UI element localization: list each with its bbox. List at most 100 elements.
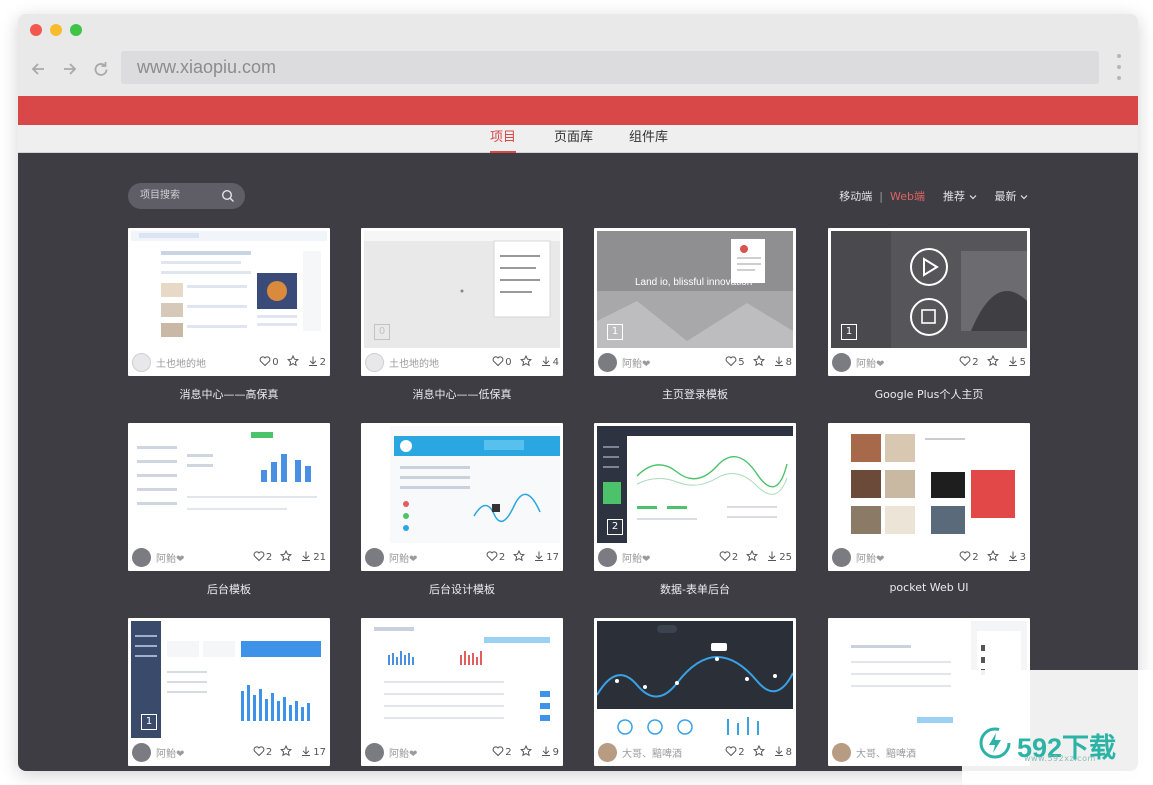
like-button[interactable]: 0 [492, 355, 512, 370]
avatar[interactable] [832, 743, 851, 762]
favorite-button[interactable] [513, 549, 526, 565]
avatar[interactable] [132, 743, 151, 762]
project-card[interactable]: 0 土也地的地 0 4 [361, 228, 563, 376]
avatar[interactable] [598, 548, 617, 567]
like-button[interactable]: 2 [492, 745, 512, 760]
avatar[interactable] [365, 353, 384, 372]
author-name[interactable]: 阿鲐❤ [389, 550, 486, 565]
project-thumbnail[interactable] [364, 426, 560, 543]
project-title[interactable]: 后台模板 [128, 581, 330, 597]
download-button[interactable]: 25 [766, 550, 792, 565]
author-name[interactable]: 阿鲐❤ [389, 745, 492, 760]
project-title[interactable]: 消息中心——高保真 [128, 386, 330, 402]
favorite-button[interactable] [519, 354, 532, 370]
project-card[interactable]: 阿鲐❤ 2 9 [361, 618, 563, 766]
avatar[interactable] [365, 743, 384, 762]
download-button[interactable]: 4 [540, 355, 559, 370]
author-name[interactable]: 阿鲐❤ [856, 550, 959, 565]
author-name[interactable]: 阿鲐❤ [856, 355, 959, 370]
download-button[interactable]: 17 [300, 745, 326, 760]
sort-recommend-dropdown[interactable]: 推荐 [943, 188, 977, 204]
project-card[interactable]: 阿鲐❤ 2 3 [828, 423, 1030, 571]
project-card[interactable]: 大哥、黯啤酒 2 8 [594, 618, 796, 766]
close-window-button[interactable] [30, 24, 42, 36]
favorite-button[interactable] [752, 354, 765, 370]
project-thumbnail[interactable] [831, 426, 1027, 543]
project-thumbnail[interactable]: 1 [831, 231, 1027, 348]
like-button[interactable]: 5 [725, 355, 745, 370]
forward-arrow-icon[interactable] [56, 56, 82, 82]
back-arrow-icon[interactable] [26, 56, 52, 82]
like-button[interactable]: 2 [959, 550, 979, 565]
avatar[interactable] [832, 548, 851, 567]
minimize-window-button[interactable] [50, 24, 62, 36]
favorite-button[interactable] [746, 549, 759, 565]
author-name[interactable]: 阿鲐❤ [622, 355, 725, 370]
reload-icon[interactable] [88, 56, 114, 82]
project-card[interactable]: Land io, blissful innovation 1 阿鲐❤ 5 8 [594, 228, 796, 376]
project-title[interactable]: 后台设计模板 [361, 581, 563, 597]
author-name[interactable]: 阿鲐❤ [156, 550, 253, 565]
author-name[interactable]: 阿鲐❤ [156, 745, 253, 760]
search-icon[interactable] [221, 189, 235, 203]
favorite-button[interactable] [986, 549, 999, 565]
browser-menu-icon[interactable] [1114, 54, 1124, 80]
address-bar[interactable]: www.xiaopiu.com [121, 51, 1099, 84]
project-card[interactable]: 1 阿鲐❤ 2 5 [828, 228, 1030, 376]
like-button[interactable]: 2 [253, 745, 272, 760]
project-title[interactable]: pocket Web UI [828, 581, 1030, 594]
download-button[interactable]: 17 [533, 550, 559, 565]
download-button[interactable]: 3 [1007, 550, 1026, 565]
project-thumbnail[interactable] [131, 426, 327, 543]
author-name[interactable]: 大哥、黯啤酒 [622, 745, 725, 760]
download-button[interactable]: 8 [773, 745, 792, 760]
project-thumbnail[interactable] [131, 231, 327, 348]
filter-web[interactable]: Web端 [890, 188, 925, 204]
project-title[interactable]: 主页登录模板 [594, 386, 796, 402]
project-card[interactable]: 1 阿鲐❤ 2 17 [128, 618, 330, 766]
avatar[interactable] [132, 548, 151, 567]
like-button[interactable]: 2 [719, 550, 738, 565]
favorite-button[interactable] [280, 744, 293, 760]
project-title[interactable]: 数据-表单后台 [594, 581, 796, 597]
tab-component-library[interactable]: 组件库 [629, 125, 668, 153]
search-input[interactable]: 项目搜索 [128, 183, 245, 209]
author-name[interactable]: 土也地的地 [156, 355, 259, 370]
project-card[interactable]: 2 阿鲐❤ 2 25 [594, 423, 796, 571]
download-button[interactable]: 9 [540, 745, 559, 760]
project-thumbnail[interactable] [597, 621, 793, 738]
project-card[interactable]: 阿鲐❤ 2 17 [361, 423, 563, 571]
project-thumbnail[interactable]: 0 [364, 231, 560, 348]
project-card[interactable]: 土也地的地 0 2 [128, 228, 330, 376]
tab-page-library[interactable]: 页面库 [554, 125, 593, 153]
filter-mobile[interactable]: 移动端 [839, 188, 872, 204]
author-name[interactable]: 阿鲐❤ [622, 550, 719, 565]
favorite-button[interactable] [286, 354, 299, 370]
project-thumbnail[interactable]: Land io, blissful innovation 1 [597, 231, 793, 348]
like-button[interactable]: 2 [725, 745, 745, 760]
like-button[interactable]: 2 [253, 550, 272, 565]
avatar[interactable] [598, 353, 617, 372]
download-button[interactable]: 2 [307, 355, 326, 370]
favorite-button[interactable] [519, 744, 532, 760]
project-thumbnail[interactable] [364, 621, 560, 738]
download-button[interactable]: 5 [1007, 355, 1026, 370]
avatar[interactable] [132, 353, 151, 372]
like-button[interactable]: 2 [959, 355, 979, 370]
avatar[interactable] [832, 353, 851, 372]
project-title[interactable]: Google Plus个人主页 [828, 386, 1030, 402]
download-button[interactable]: 21 [300, 550, 326, 565]
avatar[interactable] [598, 743, 617, 762]
avatar[interactable] [365, 548, 384, 567]
project-thumbnail[interactable]: 1 [131, 621, 327, 738]
sort-newest-dropdown[interactable]: 最新 [995, 188, 1029, 204]
maximize-window-button[interactable] [70, 24, 82, 36]
like-button[interactable]: 0 [259, 355, 279, 370]
project-title[interactable]: 消息中心——低保真 [361, 386, 563, 402]
favorite-button[interactable] [280, 549, 293, 565]
favorite-button[interactable] [752, 744, 765, 760]
project-card[interactable]: 阿鲐❤ 2 21 [128, 423, 330, 571]
favorite-button[interactable] [986, 354, 999, 370]
author-name[interactable]: 土也地的地 [389, 355, 492, 370]
like-button[interactable]: 2 [486, 550, 505, 565]
